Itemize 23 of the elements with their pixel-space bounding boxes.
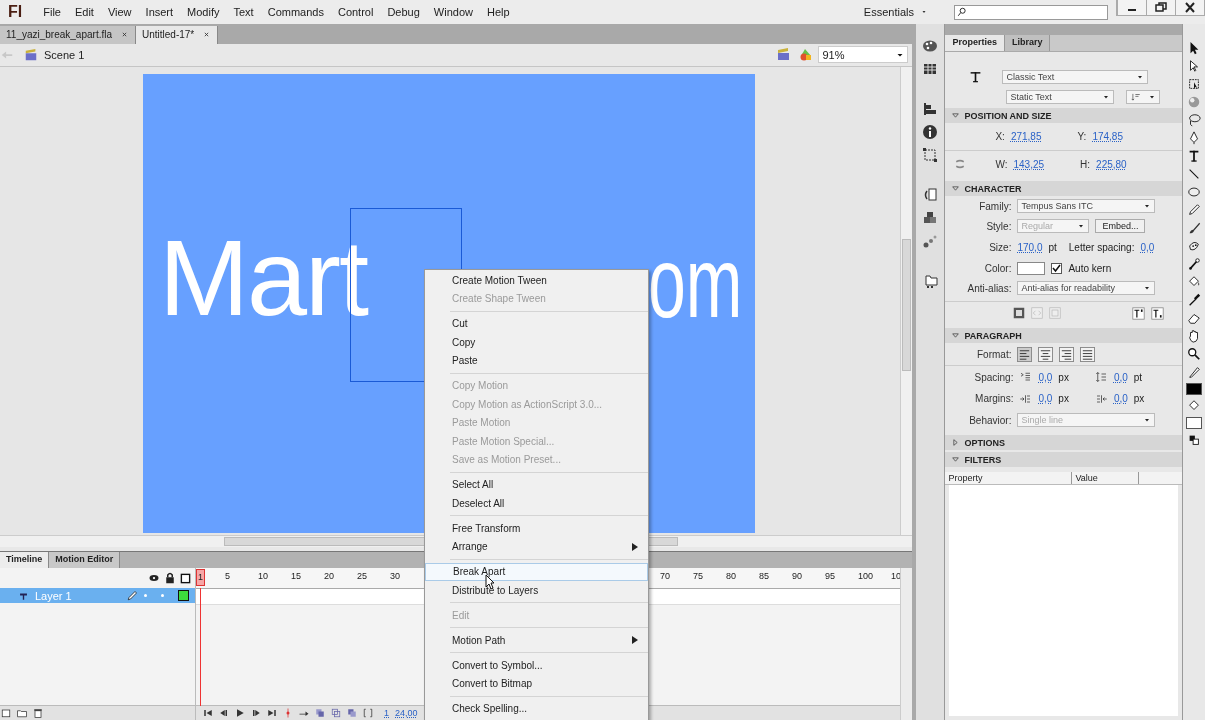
checkbox-label: Auto kern <box>1068 262 1112 274</box>
field-label: H: <box>1080 158 1091 170</box>
field-label: Letter spacing: <box>1068 241 1135 253</box>
field-label: Style: <box>985 220 1012 232</box>
unit-label: pt <box>1133 371 1143 383</box>
field-label: Y: <box>1077 131 1087 142</box>
stage-text: om <box>648 231 743 332</box>
unit-label: pt <box>1048 241 1057 253</box>
field-label: Color: <box>983 262 1012 274</box>
field-label: X: <box>995 131 1005 142</box>
field-label: Anti-alias: <box>966 282 1012 294</box>
field-label: W: <box>995 158 1008 170</box>
field-label: Behavior: <box>968 414 1012 426</box>
field-label: Family: <box>978 200 1012 212</box>
unit-label: px <box>1133 393 1145 404</box>
field-label: Format: <box>976 348 1012 360</box>
app-logo: Fl <box>8 3 23 21</box>
field-label: Spacing: <box>973 371 1014 383</box>
unit-label: px <box>1058 371 1069 383</box>
stage-text: Mart <box>159 223 367 332</box>
unit-label: px <box>1058 393 1069 404</box>
field-label: Size: <box>988 241 1012 253</box>
field-label: Margins: <box>974 393 1014 404</box>
